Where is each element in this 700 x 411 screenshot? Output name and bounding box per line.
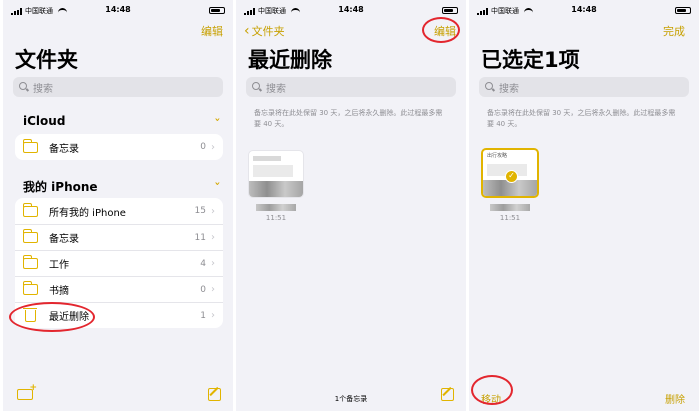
chevron-down-icon: › [211,117,223,122]
folder-icon [22,202,38,217]
clock: 14:48 [338,5,364,14]
search-input[interactable]: 搜索 [479,77,689,97]
selected-note-thumbnail[interactable]: 出行攻略 ✓ [481,148,539,198]
note-time: 11:51 [265,214,287,222]
folders-screen: 中国联通 14:48 编辑 文件夹 搜索 iCloud › 备忘录 0 › 我的… [3,0,233,411]
folder-icon [22,281,38,295]
folder-icon [22,229,38,243]
bottom-toolbar: 移动 删除 [469,377,699,411]
iphone-folder-group: 所有我的 iPhone 15 › 备忘录 11 › 工作 4 › 书摘 0 › … [15,198,223,328]
search-input[interactable]: 搜索 [246,77,456,97]
folder-row-icloud-notes[interactable]: 备忘录 0 › [15,134,223,160]
clock: 14:48 [105,5,131,14]
selection-screen: 中国联通 14:48 完成 已选定1项 搜索 备忘录将在此处保留 30 天，之后… [469,0,699,411]
chevron-right-icon: › [211,232,215,243]
search-placeholder: 搜索 [33,83,53,95]
search-icon [485,82,495,92]
section-header-my-iphone[interactable]: 我的 iPhone › [23,178,223,195]
search-input[interactable]: 搜索 [13,77,223,97]
folder-row-notes[interactable]: 备忘录 11 › [15,224,223,250]
folder-count: 1 [200,310,206,321]
done-button[interactable]: 完成 [663,23,685,39]
folder-row-work[interactable]: 工作 4 › [15,250,223,276]
folder-label: 书摘 [49,286,69,297]
blurred-title [256,204,296,211]
folder-row-recently-deleted[interactable]: 最近删除 1 › [15,302,223,328]
page-title: 已选定1项 [481,48,580,72]
folder-count: 0 [200,142,206,152]
section-header-icloud[interactable]: iCloud › [23,114,223,128]
new-folder-icon[interactable] [17,383,37,400]
page-title: 文件夹 [15,48,78,72]
search-placeholder: 搜索 [266,83,286,95]
retention-hint: 备忘录将在此处保留 30 天，之后将永久删除。此过程最多需要 40 天。 [254,109,443,128]
folder-row-excerpts[interactable]: 书摘 0 › [15,276,223,302]
note-caption: 11:51 [482,204,538,222]
bottom-toolbar [3,377,233,411]
battery-icon [209,7,225,14]
folder-label: 备忘录 [49,143,79,155]
folder-label: 最近删除 [49,312,89,323]
folder-count: 4 [200,258,206,269]
chevron-right-icon: › [211,141,215,153]
note-time: 11:51 [499,214,521,222]
search-icon [19,82,29,92]
edit-button[interactable]: 编辑 [434,23,456,39]
blurred-title [490,204,530,211]
trash-icon [23,307,37,322]
note-count: 1个备忘录 [334,395,368,403]
bottom-toolbar: 1个备忘录 [236,377,466,411]
folder-row-all-iphone[interactable]: 所有我的 iPhone 15 › [15,198,223,224]
status-bar: 中国联通 14:48 [11,5,225,18]
delete-button[interactable]: 删除 [665,391,685,406]
deleted-note-thumbnail[interactable] [248,150,304,198]
blurred-content [253,165,293,177]
edit-button[interactable]: 编辑 [201,23,223,39]
chevron-down-icon: › [211,181,223,186]
folder-icon [22,138,38,153]
checkmark-icon: ✓ [505,170,518,183]
chevron-right-icon: › [211,284,215,295]
folder-count: 11 [194,232,206,243]
status-bar: 中国联通 14:48 [477,5,691,18]
section-title: iCloud [23,114,66,128]
chevron-right-icon: › [211,310,215,321]
clock: 14:48 [571,5,597,14]
recently-deleted-screen: 中国联通 14:48 ‹ 文件夹 编辑 最近删除 搜索 备忘录将在此处保留 30… [236,0,466,411]
folder-count: 15 [194,206,206,216]
move-button[interactable]: 移动 [481,391,501,406]
chevron-left-icon: ‹ [244,23,250,39]
blurred-content [253,156,281,161]
compose-icon[interactable] [441,388,454,401]
folder-count: 0 [200,284,206,295]
battery-icon [675,7,691,14]
page-title: 最近删除 [248,48,332,72]
note-title: 出行攻略 [487,153,508,159]
back-button[interactable]: ‹ 文件夹 [244,23,285,39]
icloud-folder-group: 备忘录 0 › [15,134,223,160]
compose-icon[interactable] [208,388,221,401]
back-label: 文件夹 [251,25,285,38]
chevron-right-icon: › [211,205,215,217]
battery-icon [442,7,458,14]
note-caption: 11:51 [248,204,304,222]
search-icon [252,82,262,92]
folder-icon [22,255,38,269]
folder-label: 所有我的 iPhone [49,207,126,219]
status-bar: 中国联通 14:48 [244,5,458,18]
blurred-image [249,181,303,197]
retention-hint: 备忘录将在此处保留 30 天，之后将永久删除。此过程最多需要 40 天。 [487,109,676,128]
section-title: 我的 iPhone [23,180,98,194]
chevron-right-icon: › [211,258,215,269]
folder-label: 备忘录 [49,234,79,245]
folder-label: 工作 [49,260,69,271]
search-placeholder: 搜索 [499,83,519,95]
